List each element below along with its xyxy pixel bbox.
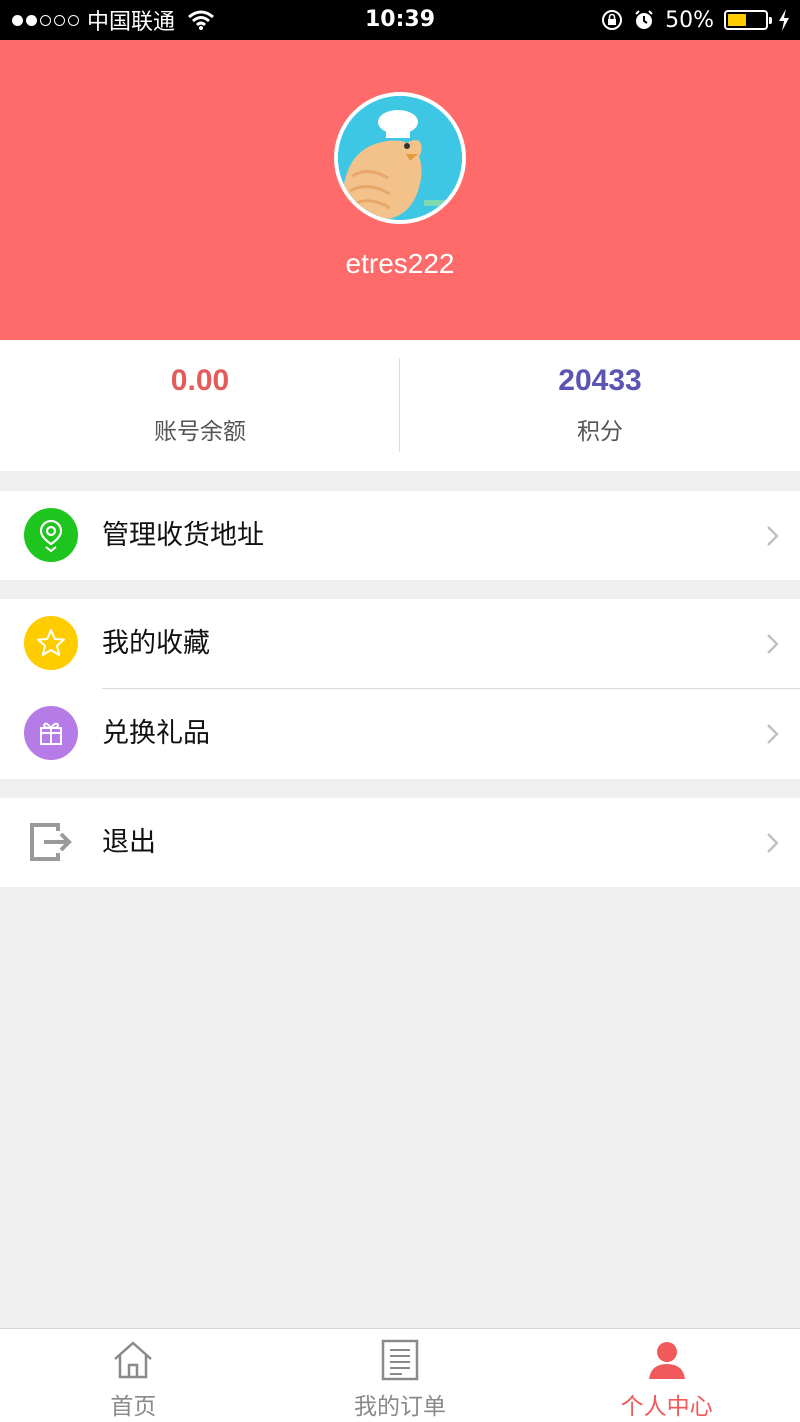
menu-label-logout: 退出 (102, 827, 156, 858)
star-icon (24, 616, 78, 670)
profile-header: etres222 (0, 40, 800, 340)
menu-label-address: 管理收货地址 (102, 520, 264, 551)
status-bar-right: 50% (601, 6, 790, 34)
menu-group-logout: 退出 (0, 798, 800, 887)
status-bar: 中国联通 10:39 50% (0, 0, 800, 40)
chevron-right-icon (767, 724, 779, 744)
balance-value: 0.00 (170, 364, 230, 397)
avatar[interactable] (334, 92, 466, 224)
tab-label-home: 首页 (110, 1394, 157, 1420)
rotation-lock-icon (602, 10, 623, 30)
charging-icon (779, 9, 789, 31)
person-icon (648, 1342, 685, 1379)
tab-profile[interactable]: 个人中心 (533, 1329, 800, 1422)
menu-item-address[interactable]: 管理收货地址 (0, 491, 800, 580)
menu-item-logout[interactable]: 退出 (0, 798, 800, 887)
tab-orders[interactable]: 我的订单 (267, 1329, 534, 1422)
battery-percent: 50% (665, 7, 714, 33)
rooster-chef-image (338, 96, 462, 220)
points-stat[interactable]: 20433 积分 (400, 340, 800, 471)
username: etres222 (345, 248, 455, 279)
menu-group-address: 管理收货地址 (0, 491, 800, 580)
tab-bar: 首页 我的订单 个人中心 (0, 1328, 800, 1422)
home-icon (114, 1341, 153, 1379)
menu-label-favorites: 我的收藏 (102, 628, 210, 659)
tab-label-profile: 个人中心 (620, 1394, 713, 1420)
balance-label: 账号余额 (154, 419, 246, 445)
points-value: 20433 (558, 364, 642, 397)
logout-icon (24, 815, 78, 869)
menu-item-gifts[interactable]: 兑换礼品 (0, 689, 800, 778)
menu-label-gifts: 兑换礼品 (102, 718, 210, 749)
battery-icon (724, 10, 772, 30)
tab-label-orders: 我的订单 (354, 1394, 446, 1420)
chevron-right-icon (767, 526, 779, 546)
menu-group-favorites-gifts: 我的收藏 兑换礼品 (0, 599, 800, 779)
balance-stat[interactable]: 0.00 账号余额 (0, 340, 400, 471)
chevron-right-icon (767, 833, 779, 853)
chevron-right-icon (767, 634, 779, 654)
gift-icon (24, 706, 78, 760)
tab-home[interactable]: 首页 (0, 1329, 267, 1422)
points-label: 积分 (577, 419, 623, 445)
location-pin-icon (24, 508, 78, 562)
menu-item-favorites[interactable]: 我的收藏 (0, 599, 800, 688)
alarm-icon (635, 10, 653, 29)
order-list-icon (381, 1339, 419, 1381)
account-stats: 0.00 账号余额 20433 积分 (0, 340, 800, 471)
